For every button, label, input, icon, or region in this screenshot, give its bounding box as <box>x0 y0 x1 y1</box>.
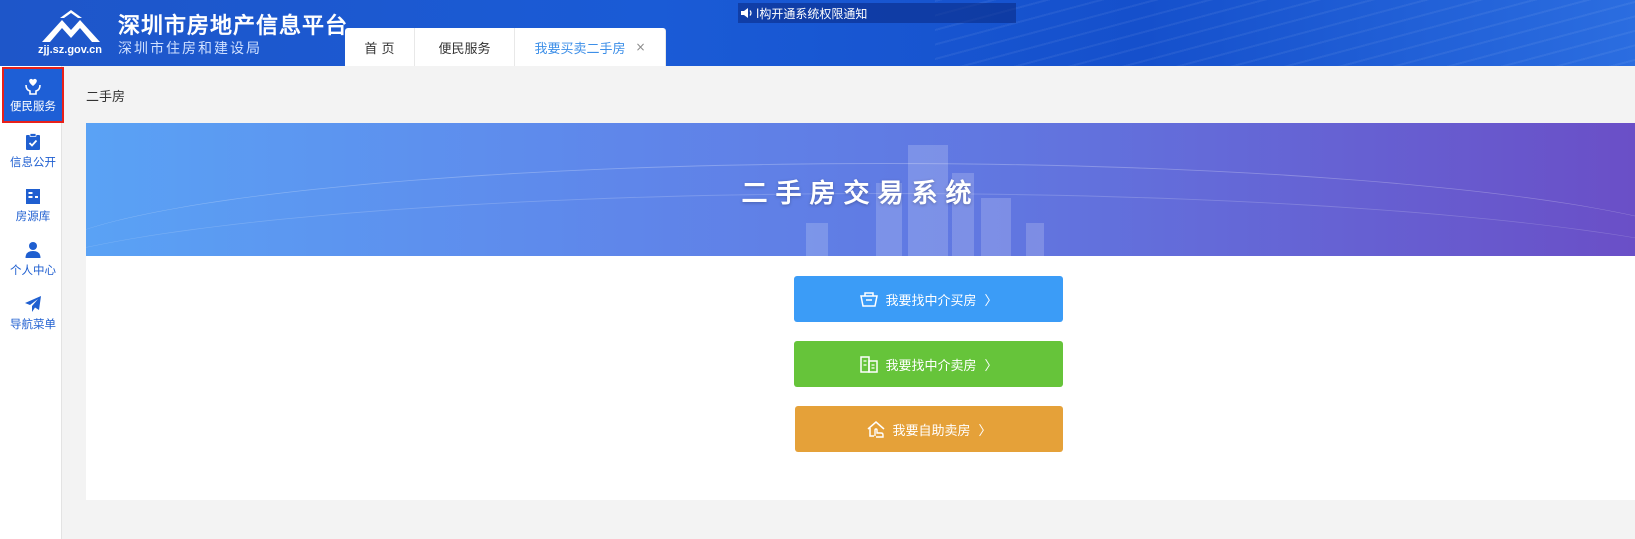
banner: 二手房交易系统 <box>86 123 1635 256</box>
heart-hand-icon <box>25 78 41 95</box>
tab-home-label: 首 页 <box>364 41 395 57</box>
sidebar-item-label: 个人中心 <box>10 262 56 277</box>
clipboard-check-icon <box>26 132 40 150</box>
basket-icon <box>860 292 879 307</box>
sidebar-item-personal-center[interactable]: 个人中心 <box>4 233 62 285</box>
close-icon[interactable]: × <box>635 40 645 54</box>
notice-text[interactable]: l构开通系统权限通知 <box>756 5 867 22</box>
tab-convenience-label: 便民服务 <box>438 41 491 57</box>
top-header: zjj.sz.gov.cn 深圳市房地产信息平台 深圳市住房和建设局 l构开通系… <box>0 0 1635 66</box>
sidebar: 便民服务 信息公开 房源库 个人中心 导航菜单 <box>0 66 64 539</box>
sell-via-agent-label: 我要找中介卖房 <box>885 358 977 374</box>
user-icon <box>25 241 41 258</box>
tab-home[interactable]: 首 页 <box>345 28 415 66</box>
chevron-right-icon: 〉 <box>984 358 998 374</box>
sidebar-item-housing-library[interactable]: 房源库 <box>4 179 62 231</box>
chevron-right-icon: 〉 <box>978 423 992 439</box>
sidebar-item-label: 便民服务 <box>10 98 56 113</box>
site-logo-icon[interactable] <box>38 10 104 46</box>
self-sell-button[interactable]: 我要自助卖房 〉 <box>795 406 1063 452</box>
sidebar-item-navigation-menu[interactable]: 导航菜单 <box>4 287 62 339</box>
banner-title: 二手房交易系统 <box>741 179 980 209</box>
platform-title: 深圳市房地产信息平台 <box>118 14 349 39</box>
breadcrumb: 二手房 <box>86 90 126 105</box>
tab-second-hand-label: 我要买卖二手房 <box>534 41 626 57</box>
buy-via-agent-label: 我要找中介买房 <box>885 293 977 309</box>
building-doc-icon <box>860 356 879 373</box>
banner-building <box>806 223 828 256</box>
tab-convenience-service[interactable]: 便民服务 <box>415 28 515 66</box>
sidebar-item-label: 信息公开 <box>10 154 56 169</box>
tab-bar: 首 页 便民服务 我要买卖二手房 × <box>345 28 666 66</box>
tab-second-hand-house[interactable]: 我要买卖二手房 × <box>515 28 666 66</box>
sidebar-item-convenience-service[interactable]: 便民服务 <box>2 67 64 123</box>
speaker-icon <box>741 8 752 18</box>
paper-plane-icon <box>25 295 41 312</box>
sidebar-item-label: 导航菜单 <box>10 316 56 331</box>
building-icon <box>26 188 40 204</box>
sidebar-item-label: 房源库 <box>15 208 51 223</box>
platform-subtitle: 深圳市住房和建设局 <box>118 41 262 57</box>
self-sell-label: 我要自助卖房 <box>892 423 971 439</box>
banner-building <box>1026 223 1044 256</box>
header-decoration <box>935 0 1635 66</box>
main-panel: 二手房交易系统 我要找中介买房 〉 我要找中介卖房 〉 我要自助卖房 〉 <box>86 123 1635 500</box>
sidebar-item-info-disclosure[interactable]: 信息公开 <box>4 125 62 177</box>
house-hand-icon <box>867 421 885 438</box>
chevron-right-icon: 〉 <box>984 293 998 309</box>
notice-bar[interactable]: l构开通系统权限通知 <box>738 3 1016 23</box>
buy-via-agent-button[interactable]: 我要找中介买房 〉 <box>794 276 1063 322</box>
logo-domain-text: zjj.sz.gov.cn <box>38 44 102 56</box>
sell-via-agent-button[interactable]: 我要找中介卖房 〉 <box>794 341 1063 387</box>
